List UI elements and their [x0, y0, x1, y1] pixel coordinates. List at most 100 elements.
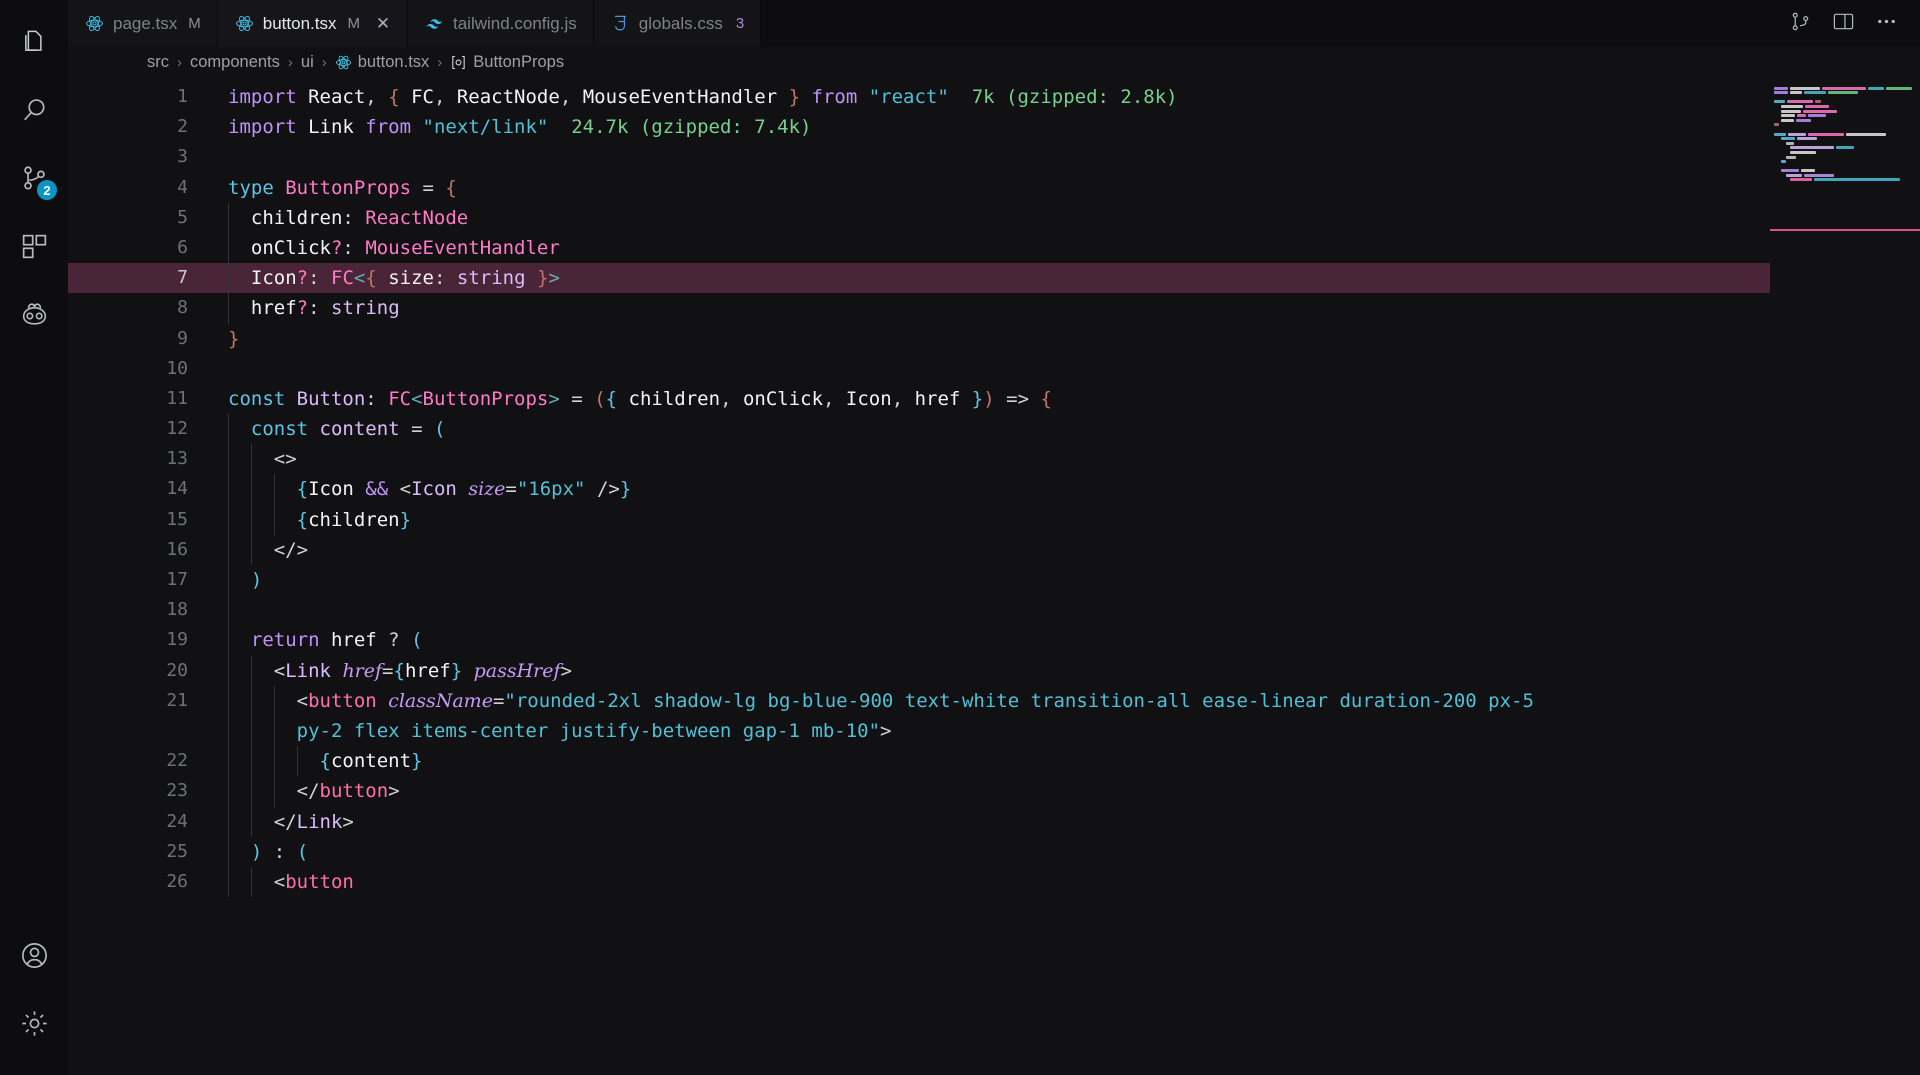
line-content: {content}: [220, 746, 1920, 777]
line-number: 15: [166, 508, 188, 530]
minimap-line: [1770, 141, 1920, 145]
code-editor[interactable]: 1 import React, { FC, ReactNode, MouseEv…: [68, 77, 1920, 1075]
line-content: Icon?: FC<{ size: string }>: [220, 263, 1920, 294]
tab-label: globals.css: [638, 13, 723, 33]
split-editor-icon[interactable]: [1789, 10, 1812, 38]
line-number: 14: [166, 478, 188, 500]
code-line: 11 const Button: FC<ButtonProps> = ({ ch…: [68, 384, 1920, 414]
line-number: 22: [166, 750, 188, 772]
tailwind-icon: [425, 14, 444, 33]
sidebar-item-explorer[interactable]: [0, 8, 68, 76]
tab-page-tsx[interactable]: page.tsx M: [68, 0, 218, 47]
line-number: 12: [166, 418, 188, 440]
sidebar-item-source-control[interactable]: 2: [0, 144, 68, 212]
line-number: 18: [166, 599, 188, 621]
line-content: <button: [220, 866, 1920, 898]
extensions-icon: [19, 231, 50, 262]
line-number: 2: [177, 116, 188, 138]
code-line: 8 href?: string: [68, 293, 1920, 324]
minimap-line: [1770, 86, 1920, 90]
layout-panel-icon[interactable]: [1832, 10, 1855, 38]
breadcrumb: src › components › ui › button.tsx › But…: [68, 47, 1920, 77]
line-content: </button>: [220, 776, 1920, 807]
sidebar-item-extensions[interactable]: [0, 212, 68, 280]
gear-icon: [19, 1008, 50, 1039]
breadcrumb-item-buttonprops[interactable]: ButtonProps: [450, 53, 564, 72]
tab-bar-actions: [1789, 0, 1920, 47]
line-number-placeholder: [68, 716, 220, 746]
line-content: <>: [220, 444, 1920, 475]
breadcrumb-item-src[interactable]: src: [147, 53, 169, 72]
close-icon[interactable]: ✕: [375, 15, 391, 32]
minimap-line: [1770, 165, 1920, 168]
line-content: </Link>: [220, 806, 1920, 837]
lightbulb-icon[interactable]: [232, 238, 407, 287]
code-line: 14 {Icon && <Icon size="16px" />}: [68, 474, 1920, 505]
code-line: 6 onClick?: MouseEventHandler: [68, 232, 1920, 287]
tab-button-tsx[interactable]: button.tsx M ✕: [217, 0, 408, 47]
code-line: 16 </>: [68, 534, 1920, 565]
breadcrumb-item-ui[interactable]: ui: [301, 53, 314, 72]
code-line: 22 {content}: [68, 746, 1920, 777]
code-line: 23 </button>: [68, 776, 1920, 807]
line-number: 26: [166, 870, 188, 892]
copilot-icon: [19, 299, 50, 330]
line-number: 7: [177, 267, 188, 289]
sidebar-item-copilot[interactable]: [0, 280, 68, 348]
tab-globals-css[interactable]: globals.css 3: [593, 0, 762, 47]
symbol-interface-icon: [450, 54, 467, 71]
breadcrumb-item-button-tsx[interactable]: button.tsx: [335, 53, 429, 72]
line-content: href?: string: [220, 293, 1920, 324]
line-number: 10: [166, 357, 188, 379]
line-content: [220, 595, 1920, 626]
account-icon: [19, 940, 50, 971]
line-content: </>: [220, 534, 1920, 565]
tab-dirty-indicator: M: [347, 15, 360, 32]
line-content: const content = (: [220, 414, 1920, 445]
react-icon: [335, 54, 352, 71]
tab-label: tailwind.config.js: [452, 13, 577, 33]
line-content: ) : (: [220, 836, 1920, 867]
tab-label: button.tsx: [262, 13, 337, 33]
line-content: import React, { FC, ReactNode, MouseEven…: [228, 86, 1178, 108]
import-cost-annotation: 24.7k (gzipped: 7.4k): [571, 116, 812, 139]
line-number: 4: [177, 176, 188, 198]
code-line: 12 const content = (: [68, 414, 1920, 445]
breadcrumb-separator: ›: [287, 53, 293, 71]
accounts-button[interactable]: [0, 921, 68, 989]
code-line: 26 <button: [68, 866, 1920, 898]
line-number: 24: [166, 810, 188, 832]
minimap-line: [1770, 91, 1920, 95]
minimap-line: [1770, 114, 1920, 118]
code-line: 2 import Link from "next/link" 24.7k (gz…: [68, 112, 1920, 142]
line-number: 25: [166, 840, 188, 862]
minimap-line: [1770, 109, 1920, 113]
code-lines: 1 import React, { FC, ReactNode, MouseEv…: [68, 77, 1920, 1075]
line-content: return href ? (: [220, 625, 1920, 656]
sidebar-item-search[interactable]: [0, 76, 68, 144]
minimap-line: [1770, 132, 1920, 136]
code-line: 24 </Link>: [68, 806, 1920, 837]
line-number: 16: [166, 538, 188, 560]
tab-bar: page.tsx M button.tsx M ✕ tailwind.confi…: [68, 0, 1920, 47]
breadcrumb-item-components[interactable]: components: [190, 53, 280, 72]
activity-bar: 2: [0, 0, 68, 1075]
minimap-line: [1770, 118, 1920, 122]
minimap[interactable]: [1770, 77, 1920, 1075]
minimap-change-marker: [1770, 229, 1920, 231]
minimap-line: [1770, 160, 1920, 164]
line-content: type ButtonProps = {: [228, 176, 457, 199]
line-content: onClick?: MouseEventHandler: [220, 232, 1920, 287]
editor-vertical-scrollbar[interactable]: [1916, 77, 1920, 1075]
minimap-line: [1770, 100, 1920, 104]
manage-settings-button[interactable]: [0, 989, 68, 1057]
tab-tailwind-config-js[interactable]: tailwind.config.js: [407, 0, 594, 47]
line-number: 6: [177, 236, 188, 258]
line-number: 20: [166, 659, 188, 681]
ellipsis-icon[interactable]: [1875, 10, 1898, 38]
breadcrumb-separator: ›: [321, 53, 327, 71]
line-number: 8: [177, 297, 188, 319]
minimap-line: [1770, 128, 1920, 131]
minimap-line: [1770, 155, 1920, 159]
line-content: {children}: [220, 504, 1920, 535]
